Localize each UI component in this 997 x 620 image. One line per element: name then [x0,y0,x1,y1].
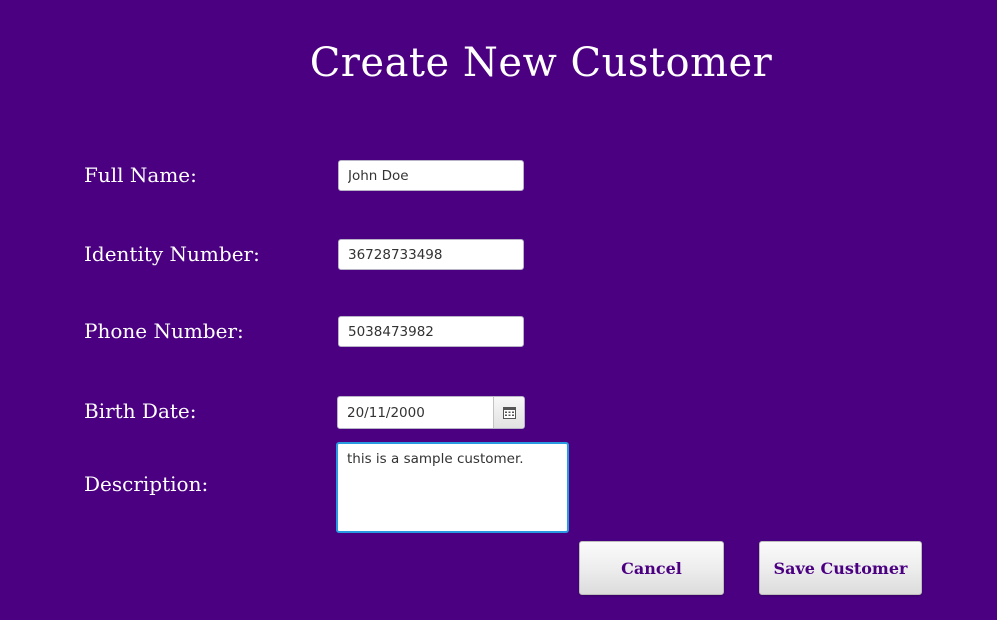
page-title: Create New Customer [309,40,773,86]
birth-date-input[interactable] [338,397,493,428]
birth-date-picker [337,396,525,429]
cancel-button[interactable]: Cancel [579,541,724,595]
identity-number-input[interactable] [338,239,524,270]
description-label: Description: [84,472,209,496]
calendar-button[interactable] [493,397,524,428]
description-textarea[interactable]: this is a sample customer. [336,442,569,533]
phone-number-label: Phone Number: [84,319,244,343]
birth-date-label: Birth Date: [84,399,197,423]
calendar-icon [502,406,516,419]
save-customer-button[interactable]: Save Customer [759,541,922,595]
full-name-label: Full Name: [84,163,197,187]
phone-number-input[interactable] [338,316,524,347]
full-name-input[interactable] [338,160,524,191]
identity-number-label: Identity Number: [84,242,260,266]
